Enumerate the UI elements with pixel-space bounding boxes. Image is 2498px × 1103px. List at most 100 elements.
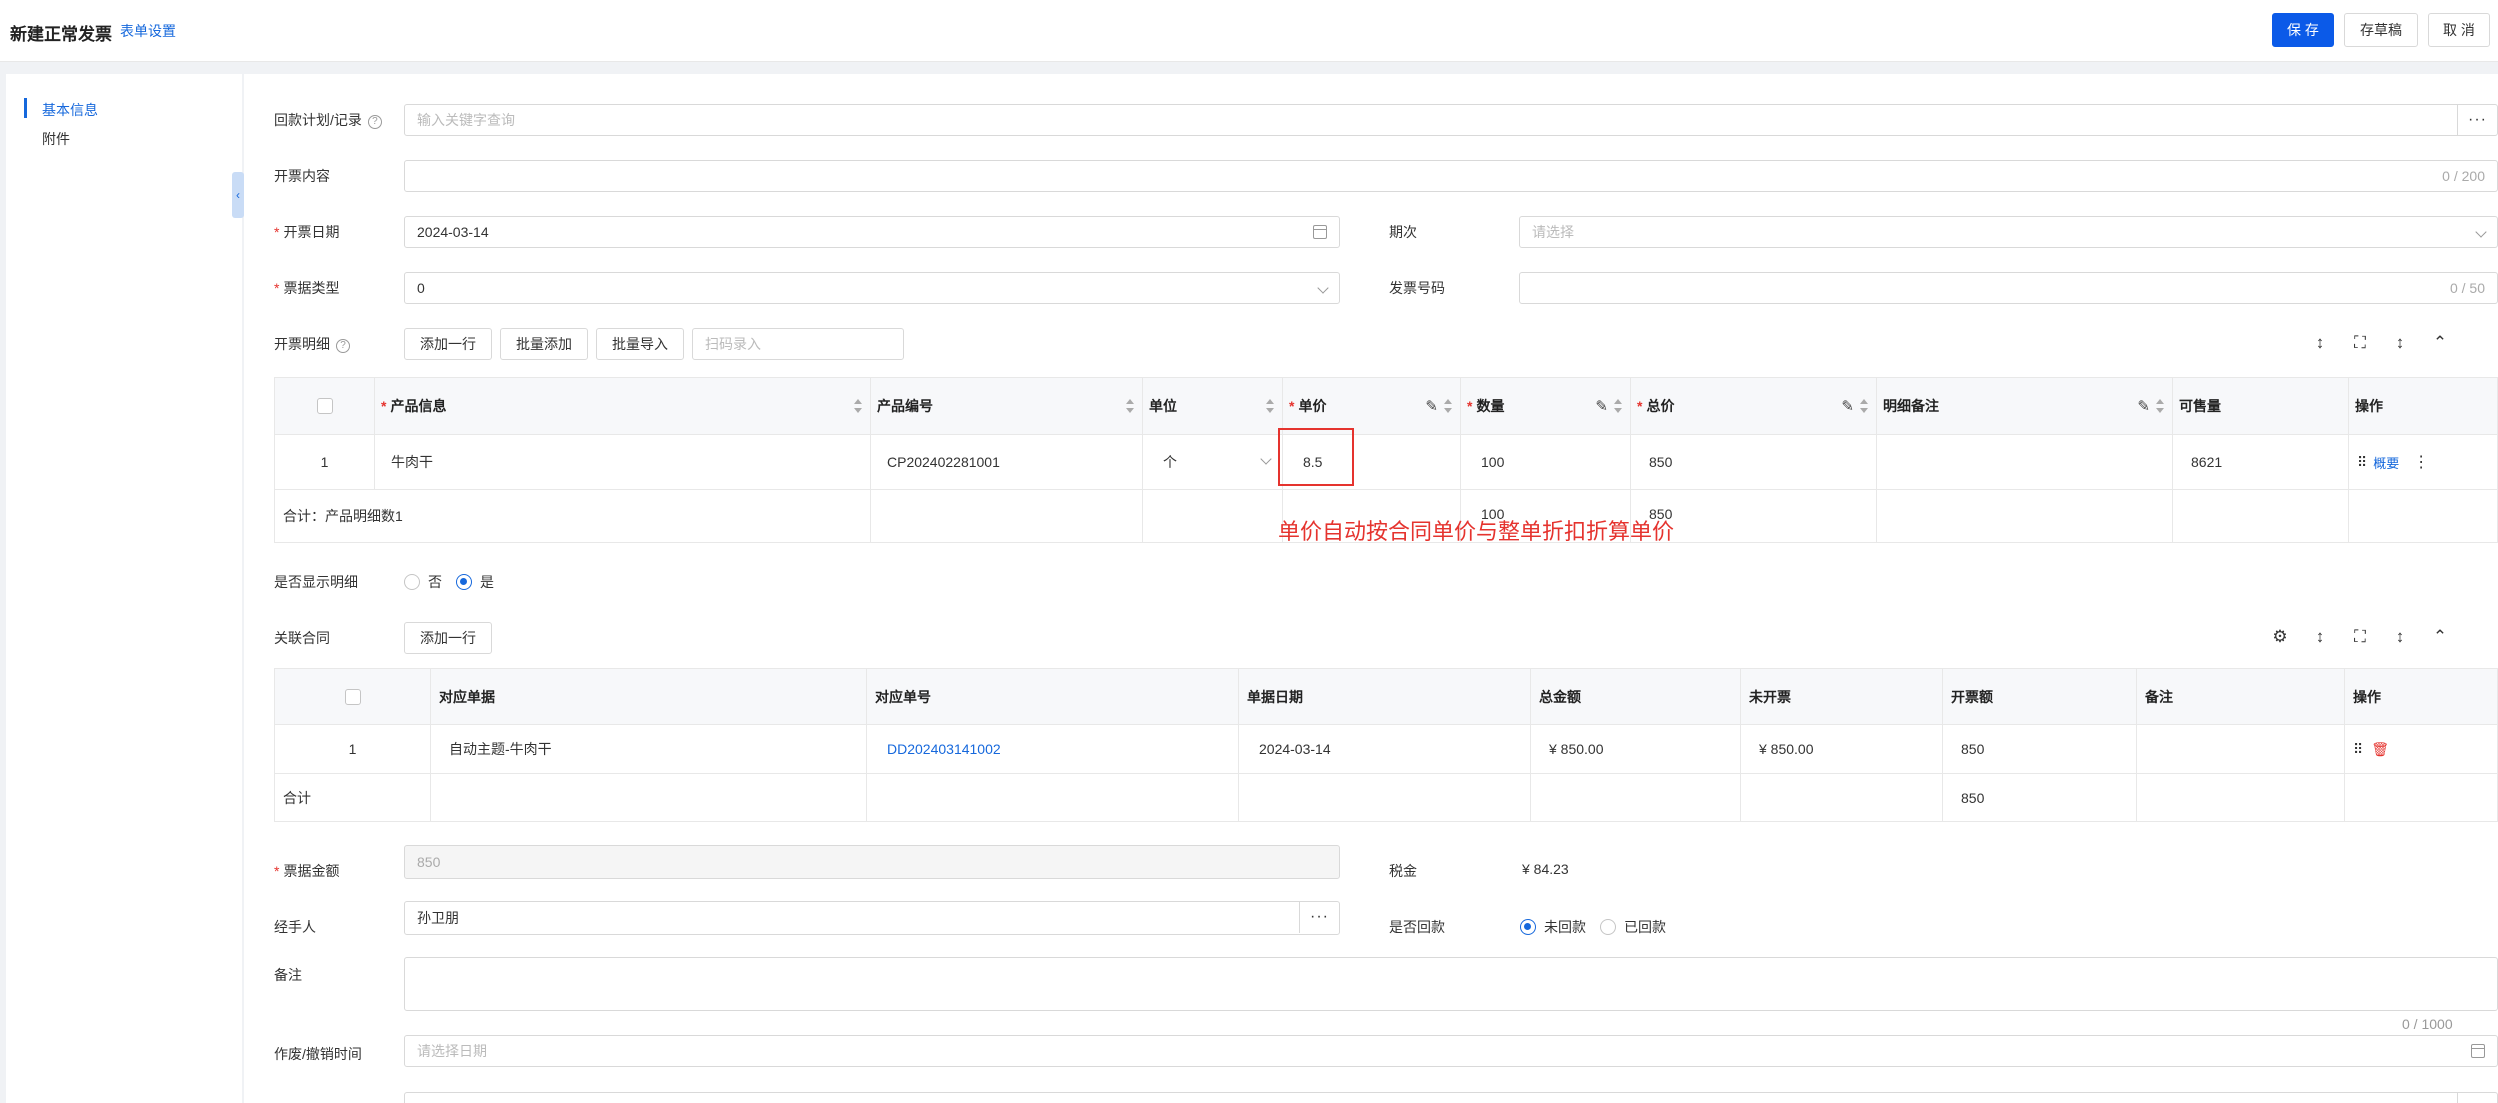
quantity-input[interactable]: 100 (1461, 435, 1631, 489)
void-time-picker[interactable]: 请选择日期 (404, 1035, 2498, 1067)
help-icon[interactable]: ? (336, 339, 350, 353)
handler-input[interactable]: 孙卫朋 ··· (404, 901, 1340, 935)
settings-icon[interactable]: ⚙ (2270, 627, 2290, 647)
select-all-checkbox[interactable] (316, 398, 333, 414)
more-icon[interactable]: ··· (2457, 104, 2497, 136)
radio-paid[interactable] (1600, 919, 1616, 935)
drag-handle-icon[interactable]: ⠿ (2357, 454, 2367, 471)
select-all-checkbox[interactable] (344, 688, 361, 705)
sidebar-item-attachments[interactable]: 附件 (42, 129, 70, 149)
header-detail-note[interactable]: 明细备注 ✎ (1877, 378, 2173, 434)
header-product-code[interactable]: 产品编号 (871, 378, 1143, 434)
summary-empty (431, 774, 867, 821)
period-select[interactable]: 请选择 (1519, 216, 2498, 248)
note-input[interactable] (2137, 725, 2345, 773)
detail-note-input[interactable] (1877, 435, 2173, 489)
sort-icon[interactable] (1126, 398, 1134, 414)
more-icon[interactable]: ··· (1299, 901, 1339, 933)
detail-add-row-button[interactable]: 添加一行 (404, 328, 492, 360)
invoice-content-input[interactable]: 0 / 200 (404, 160, 2498, 192)
header-actions: 操作 (2355, 398, 2383, 414)
unit-select[interactable]: 个 (1143, 435, 1283, 489)
sort-icon[interactable] (854, 398, 862, 414)
chevron-down-icon (1260, 453, 1272, 465)
header-unit[interactable]: 单位 (1143, 378, 1283, 434)
sort-icon[interactable] (1860, 398, 1868, 414)
save-draft-button[interactable]: 存草稿 (2344, 13, 2418, 47)
sort-icon[interactable] (1614, 398, 1622, 414)
edit-icon[interactable]: ✎ (1425, 397, 1438, 415)
edit-icon[interactable]: ✎ (1841, 397, 1854, 415)
drag-handle-icon[interactable]: ⠿ (2353, 741, 2363, 758)
summary-empty (1239, 774, 1531, 821)
chevron-up-icon[interactable]: ⌃ (2430, 627, 2450, 647)
show-detail-no-option[interactable]: 否 (404, 572, 442, 592)
header-total-price[interactable]: * 总价 ✎ (1631, 378, 1877, 434)
doc-no-link[interactable]: DD202403141002 (867, 725, 1239, 773)
page-title: 新建正常发票 (10, 25, 112, 44)
expand-icon[interactable]: ↕ (2390, 333, 2410, 353)
payback-unpaid-option[interactable]: 未回款 (1520, 917, 1586, 937)
sidebar-collapse-handle[interactable]: ‹ (232, 172, 244, 218)
more-icon[interactable]: ··· (2457, 1092, 2497, 1103)
batch-add-button[interactable]: 批量添加 (500, 328, 588, 360)
table-row: 1 自动主题-牛肉干 DD202403141002 2024-03-14 ¥ 8… (275, 725, 2497, 774)
total-price-input[interactable]: 850 (1631, 435, 1877, 489)
contract-add-row-button[interactable]: 添加一行 (404, 622, 492, 654)
sort-icon[interactable] (2156, 398, 2164, 414)
more-vertical-icon[interactable]: ⋮ (2413, 452, 2429, 472)
summary-label: 合计：产品明细数1 (275, 490, 871, 542)
sort-icon[interactable] (1266, 398, 1274, 414)
invoice-no-input[interactable]: 0 / 50 (1519, 272, 2498, 304)
bill-type-select[interactable]: 0 (404, 272, 1340, 304)
sort-icon[interactable] (1444, 398, 1452, 414)
calendar-icon (1313, 225, 1327, 239)
radio-yes[interactable] (456, 574, 472, 590)
header-invoiced: 开票额 (1943, 669, 2137, 724)
header-quantity[interactable]: * 数量 ✎ (1461, 378, 1631, 434)
summary-empty (871, 490, 1143, 542)
row-index: 1 (275, 435, 375, 489)
fullscreen-icon[interactable]: ⛶ (2350, 333, 2370, 353)
scan-input[interactable]: 扫码录入 (692, 328, 904, 360)
invoice-date-picker[interactable]: 2024-03-14 (404, 216, 1340, 248)
header-unit-price[interactable]: * 单价 ✎ (1283, 378, 1461, 434)
remark-textarea[interactable] (404, 957, 2498, 1011)
doc-cell: 自动主题-牛肉干 (431, 725, 867, 773)
help-icon[interactable]: ? (367, 115, 382, 129)
radio-unpaid[interactable] (1520, 919, 1536, 935)
row-height-icon[interactable]: ↕ (2310, 627, 2330, 647)
show-detail-yes-option[interactable]: 是 (456, 572, 494, 592)
fullscreen-icon[interactable]: ⛶ (2350, 627, 2370, 647)
edit-icon[interactable]: ✎ (2137, 397, 2150, 415)
delete-icon[interactable]: 🗑 (2371, 741, 2389, 758)
table-header-row: 对应单据 对应单号 单据日期 总金额 未开票 开票额 备注 操作 (275, 669, 2497, 725)
tax-label: 税金 (1389, 863, 1417, 879)
payback-paid-option[interactable]: 已回款 (1600, 917, 1666, 937)
summary-empty (2345, 774, 2498, 821)
handler-label: 经手人 (274, 919, 316, 935)
radio-no[interactable] (404, 574, 420, 590)
header-actions: 操作 (2353, 688, 2381, 705)
invoiced-input[interactable]: 850 (1943, 725, 2137, 773)
header-product-info[interactable]: * 产品信息 (375, 378, 871, 434)
cancel-button[interactable]: 取 消 (2428, 13, 2490, 47)
chevron-left-icon: ‹ (236, 188, 240, 202)
save-button[interactable]: 保 存 (2272, 13, 2334, 47)
chevron-down-icon (1317, 282, 1329, 294)
payback-label: 是否回款 (1389, 919, 1445, 935)
sidebar-item-basic-info[interactable]: 基本信息 (42, 100, 98, 120)
row-height-icon[interactable]: ↕ (2310, 333, 2330, 353)
chevron-up-icon[interactable]: ⌃ (2430, 333, 2450, 353)
form-panel: 回款计划/记录? 输入关键字查询 ··· 开票内容 0 / 200 * 开票日期 … (244, 74, 2498, 1103)
summary-invoiced: 850 (1943, 774, 2137, 821)
active-indicator (24, 98, 27, 118)
payment-plan-input[interactable]: 输入关键字查询 ··· (404, 104, 2498, 136)
expand-icon[interactable]: ↕ (2390, 627, 2410, 647)
edit-icon[interactable]: ✎ (1595, 397, 1608, 415)
batch-import-button[interactable]: 批量导入 (596, 328, 684, 360)
form-settings-link[interactable]: 表单设置 (120, 21, 176, 41)
product-cell[interactable]: 牛肉干 (375, 435, 871, 489)
summary-link[interactable]: 概要 (2373, 453, 2399, 472)
next-field-input[interactable]: ··· (404, 1092, 2498, 1103)
